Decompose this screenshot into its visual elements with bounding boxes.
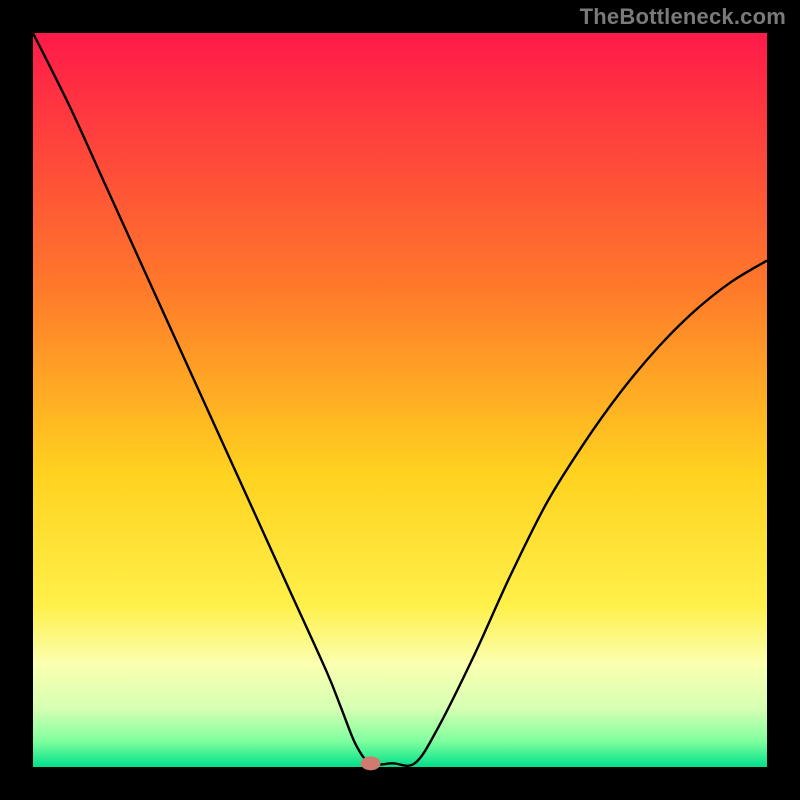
bottleneck-chart	[0, 0, 800, 800]
plot-background	[33, 33, 767, 767]
chart-frame: TheBottleneck.com	[0, 0, 800, 800]
watermark-text: TheBottleneck.com	[580, 4, 786, 30]
optimum-marker	[361, 756, 381, 770]
